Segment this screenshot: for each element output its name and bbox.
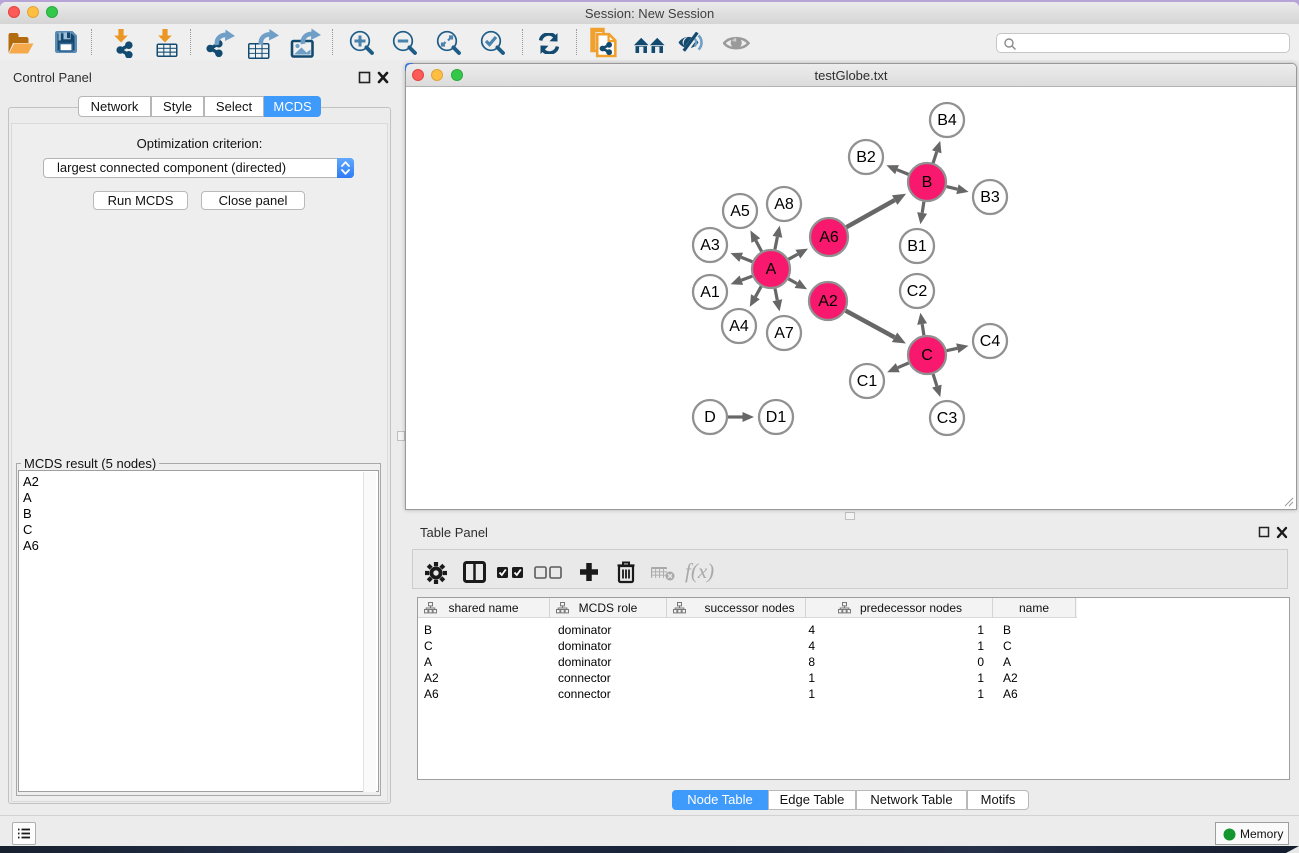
svg-text:A8: A8 bbox=[774, 196, 794, 213]
svg-text:B3: B3 bbox=[980, 189, 1000, 206]
svg-text:C: C bbox=[921, 347, 933, 364]
svg-text:A5: A5 bbox=[730, 203, 750, 220]
svg-text:A2: A2 bbox=[818, 293, 838, 310]
svg-text:D: D bbox=[704, 409, 716, 426]
svg-text:A7: A7 bbox=[774, 325, 794, 342]
svg-text:A3: A3 bbox=[700, 237, 720, 254]
svg-text:A4: A4 bbox=[729, 318, 749, 335]
svg-text:B: B bbox=[922, 174, 933, 191]
svg-text:A1: A1 bbox=[700, 284, 720, 301]
svg-text:B4: B4 bbox=[937, 112, 957, 129]
svg-text:C2: C2 bbox=[907, 283, 928, 300]
svg-text:B1: B1 bbox=[907, 238, 927, 255]
svg-text:C4: C4 bbox=[980, 333, 1001, 350]
svg-text:B2: B2 bbox=[856, 149, 876, 166]
svg-text:C3: C3 bbox=[937, 410, 958, 427]
svg-text:A: A bbox=[766, 261, 777, 278]
svg-text:C1: C1 bbox=[857, 373, 878, 390]
svg-text:A6: A6 bbox=[819, 229, 839, 246]
svg-text:D1: D1 bbox=[766, 409, 787, 426]
